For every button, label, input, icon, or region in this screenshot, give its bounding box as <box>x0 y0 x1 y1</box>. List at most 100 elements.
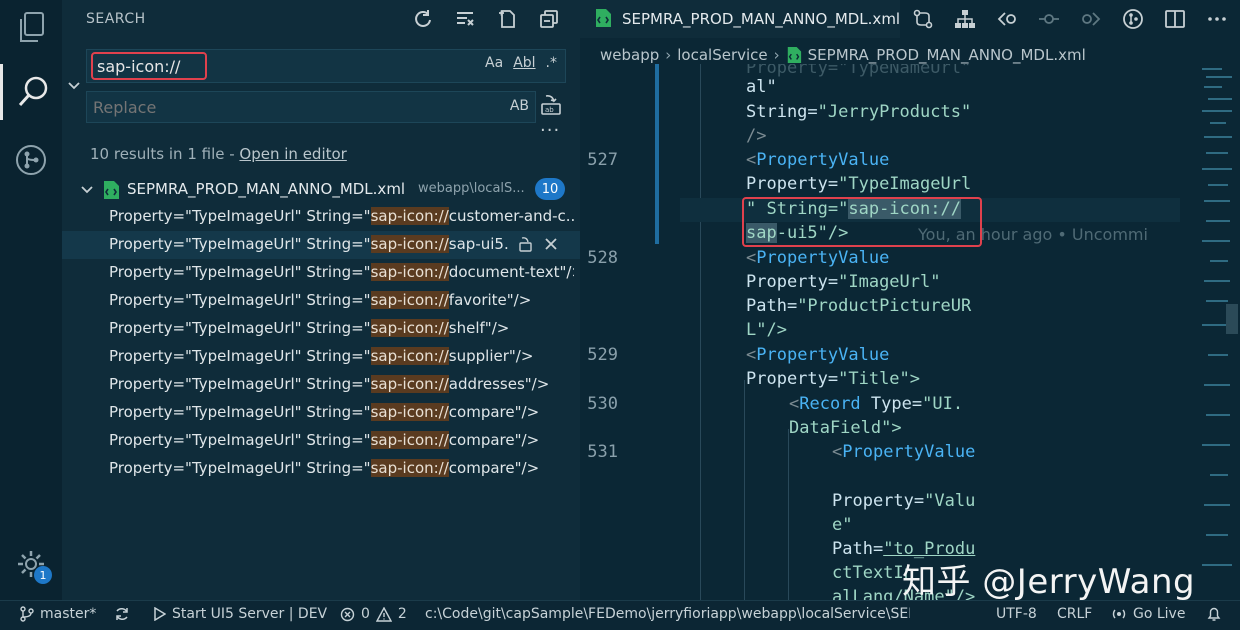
scrollbar-thumb[interactable] <box>1226 304 1238 334</box>
compare-changes-button[interactable] <box>910 6 936 32</box>
regex-toggle[interactable]: .* <box>546 55 557 71</box>
search-input[interactable] <box>91 52 207 80</box>
open-changes-button[interactable] <box>1120 6 1146 32</box>
editor-tab[interactable]: SEPMRA_PROD_MAN_ANNO_MDL.xml <box>580 0 900 38</box>
match-whole-word-toggle[interactable]: Abl <box>513 55 535 71</box>
search-match[interactable]: Property="TypeImageUrl" String="sap-icon… <box>62 259 580 287</box>
search-match[interactable]: Property="TypeImageUrl" String="sap-icon… <box>62 427 580 455</box>
match-highlight: sap-icon:// <box>370 403 449 421</box>
replace-all-button[interactable]: ab <box>540 94 562 120</box>
git-branch-status[interactable]: master* <box>20 606 96 622</box>
go-live-button[interactable]: Go Live <box>1111 606 1185 622</box>
breadcrumb-item[interactable]: webapp <box>600 46 659 64</box>
code-attr: Property= <box>746 272 839 292</box>
breadcrumb-item[interactable]: localService <box>677 46 767 64</box>
go-back-button[interactable] <box>994 6 1020 32</box>
replace-match-button[interactable] <box>518 236 534 256</box>
code-editor[interactable]: Property="TypeNameUrl" al" String="Jerry… <box>580 64 1240 600</box>
collapse-all-icon <box>540 10 558 28</box>
results-summary: 10 results in 1 file - Open in editor <box>90 145 347 163</box>
source-control-activity[interactable] <box>0 132 62 188</box>
code-string: "Title"> <box>838 369 921 389</box>
previous-change-button[interactable] <box>1036 6 1062 32</box>
match-suffix: customer-and-c... <box>448 207 574 225</box>
match-highlight: sap-icon:// <box>370 291 449 309</box>
search-match[interactable]: Property="TypeImageUrl" String="sap-icon… <box>62 343 580 371</box>
search-match-selected[interactable]: Property="TypeImageUrl" String="sap-icon… <box>62 231 580 259</box>
code-attr: Path= <box>746 296 798 316</box>
git-branch-icon <box>16 145 46 175</box>
watermark-text: 知乎 @JerryWang <box>902 562 1196 602</box>
code-line: al" <box>746 77 777 97</box>
code-attr: Type= <box>870 394 923 414</box>
go-forward-button[interactable] <box>1078 6 1104 32</box>
sync-button[interactable] <box>114 606 130 622</box>
hierarchy-button[interactable] <box>952 6 978 32</box>
search-match[interactable]: Property="TypeImageUrl" String="sap-icon… <box>62 455 580 483</box>
open-in-editor-link[interactable]: Open in editor <box>239 145 346 163</box>
encoding-status[interactable]: UTF-8 <box>996 606 1037 622</box>
toggle-replace-chevron[interactable] <box>66 78 82 98</box>
notifications-button[interactable] <box>1206 606 1222 622</box>
more-options-icon[interactable]: ··· <box>540 120 560 141</box>
search-box: Aa Abl .* <box>86 49 566 83</box>
result-file-row[interactable]: SEPMRA_PROD_MAN_ANNO_MDL.xml webapp\loca… <box>62 177 580 203</box>
git-compare-icon <box>913 9 933 29</box>
breadcrumb-item[interactable]: SEPMRA_PROD_MAN_ANNO_MDL.xml <box>808 46 1086 64</box>
refresh-button[interactable] <box>410 6 436 32</box>
search-match[interactable]: Property="TypeImageUrl" String="sap-icon… <box>62 203 580 231</box>
match-highlight: sap-icon:// <box>370 347 449 365</box>
split-editor-button[interactable] <box>1162 6 1188 32</box>
eol-status[interactable]: CRLF <box>1057 606 1092 622</box>
match-highlight: sap-icon:// <box>370 431 449 449</box>
line-number: 531 <box>587 442 618 462</box>
match-prefix: Property="TypeImageUrl" String=" <box>109 235 371 253</box>
clear-results-button[interactable] <box>452 6 478 32</box>
match-prefix: Property="TypeImageUrl" String=" <box>109 291 371 309</box>
search-match[interactable]: Property="TypeImageUrl" String="sap-icon… <box>62 399 580 427</box>
line-number: 527 <box>587 150 618 170</box>
minimap[interactable] <box>1186 64 1240 600</box>
preserve-case-toggle[interactable]: AB <box>510 98 529 114</box>
arrow-left-circle-icon <box>997 12 1016 26</box>
code-line: Property="TypeNameUrl" <box>746 64 972 78</box>
code-line: Property="TypeImageUrl <box>746 174 971 194</box>
problems-status[interactable]: 0 2 <box>340 606 407 622</box>
match-prefix: Property="TypeImageUrl" String=" <box>109 319 371 337</box>
match-highlight: sap-icon:// <box>370 263 449 281</box>
code-line: <PropertyValue <box>746 345 890 365</box>
code-attr: Path= <box>832 539 884 559</box>
match-prefix: Property="TypeImageUrl" String=" <box>109 403 371 421</box>
new-search-editor-button[interactable] <box>494 6 520 32</box>
xml-file-icon <box>104 181 119 199</box>
explorer-activity[interactable] <box>0 0 62 56</box>
chevron-down-icon <box>68 82 80 90</box>
search-sidebar: SEARCH Aa Abl .* AB ab ··· 10 results in… <box>62 0 580 600</box>
search-activity[interactable] <box>0 64 62 120</box>
match-suffix: shelf"/> <box>448 319 510 337</box>
close-icon <box>545 238 557 250</box>
sidebar-title: SEARCH <box>86 11 146 27</box>
code-line: /> <box>746 126 767 146</box>
broadcast-icon <box>1112 609 1126 619</box>
search-match[interactable]: Property="TypeImageUrl" String="sap-icon… <box>62 315 580 343</box>
start-server-button[interactable]: Start UI5 Server | DEV <box>154 606 327 622</box>
code-tag: PropertyValue <box>756 248 890 268</box>
result-file-path: webapp\localS... <box>418 181 525 196</box>
collapse-all-button[interactable] <box>536 6 562 32</box>
replace-input[interactable] <box>93 95 393 119</box>
more-actions-button[interactable] <box>1204 6 1230 32</box>
code-attr: Property= <box>746 174 839 194</box>
dismiss-match-button[interactable] <box>544 236 558 256</box>
settings-activity[interactable]: 1 <box>0 536 62 592</box>
editor-area: SEPMRA_PROD_MAN_ANNO_MDL.xml webapp › lo… <box>580 0 1240 600</box>
search-match[interactable]: Property="TypeImageUrl" String="sap-icon… <box>62 287 580 315</box>
code-line: Property="Title"> <box>746 369 920 389</box>
match-case-toggle[interactable]: Aa <box>485 55 503 71</box>
match-prefix: Property="TypeImageUrl" String=" <box>109 347 371 365</box>
eol-label: CRLF <box>1057 606 1093 622</box>
git-branch-icon <box>20 606 34 622</box>
code-line: e" <box>832 515 853 535</box>
search-match[interactable]: Property="TypeImageUrl" String="sap-icon… <box>62 371 580 399</box>
search-options: Aa Abl .* <box>485 55 557 71</box>
